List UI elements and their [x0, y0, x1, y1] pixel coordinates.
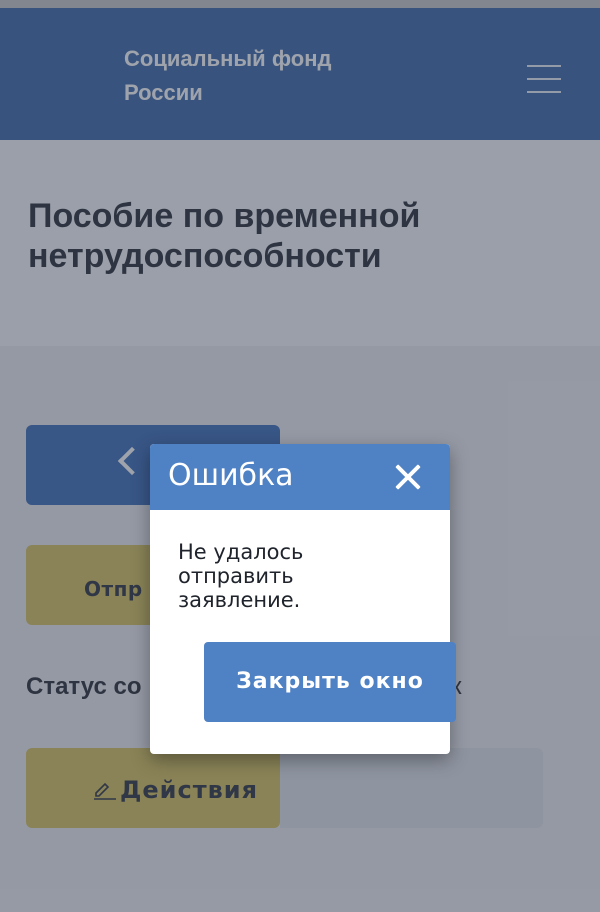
dialog-message-line-3: заявление. — [178, 588, 301, 612]
dialog-message-line-1: Не удалось — [178, 540, 304, 564]
close-icon[interactable] — [388, 457, 428, 497]
close-window-button[interactable]: Закрыть окно — [204, 642, 456, 722]
dialog-message-line-2: отправить — [178, 564, 294, 588]
dialog-header: Ошибка — [150, 444, 450, 510]
dialog-title: Ошибка — [168, 458, 294, 493]
dialog-message: Не удалось отправить заявление. — [178, 540, 338, 612]
